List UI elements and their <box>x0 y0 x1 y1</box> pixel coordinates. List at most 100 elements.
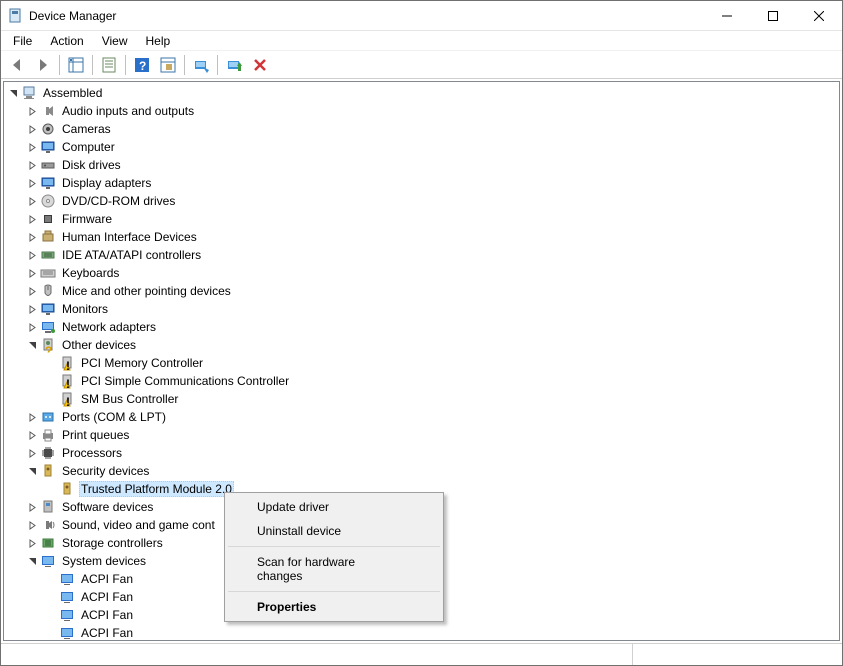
menu-item-update-driver[interactable]: Update driver <box>227 495 441 519</box>
expand-icon[interactable] <box>25 428 40 443</box>
expand-icon[interactable] <box>25 320 40 335</box>
audio-icon <box>40 103 56 119</box>
collapse-icon[interactable] <box>25 338 40 353</box>
ide-icon <box>40 247 56 263</box>
tree-node-label: DVD/CD-ROM drives <box>60 194 177 208</box>
tree-node-label: Computer <box>60 140 117 154</box>
expand-icon[interactable] <box>25 500 40 515</box>
tree-node[interactable]: Mice and other pointing devices <box>4 282 839 300</box>
expand-icon[interactable] <box>25 284 40 299</box>
tree-node[interactable]: Display adapters <box>4 174 839 192</box>
expand-icon[interactable] <box>25 176 40 191</box>
tree-node[interactable]: Computer <box>4 138 839 156</box>
tree-node-label: SM Bus Controller <box>79 392 180 406</box>
tree-node-label: Sound, video and game cont <box>60 518 217 532</box>
expand-icon[interactable] <box>25 140 40 155</box>
close-button[interactable] <box>796 1 842 31</box>
tree-node-label: Mice and other pointing devices <box>60 284 233 298</box>
menu-action[interactable]: Action <box>42 32 91 50</box>
tree-node[interactable]: Ports (COM & LPT) <box>4 408 839 426</box>
tree-node[interactable]: Cameras <box>4 120 839 138</box>
twisty-none <box>44 482 59 497</box>
collapse-icon[interactable] <box>25 464 40 479</box>
twisty-none <box>44 374 59 389</box>
maximize-button[interactable] <box>750 1 796 31</box>
scan-button[interactable] <box>189 53 213 77</box>
expand-icon[interactable] <box>25 122 40 137</box>
tree-node[interactable]: ACPI Fan <box>4 624 839 640</box>
tree-node[interactable]: DVD/CD-ROM drives <box>4 192 839 210</box>
tree-node-label: Display adapters <box>60 176 153 190</box>
tree-node[interactable]: Assembled <box>4 84 839 102</box>
expand-icon[interactable] <box>25 212 40 227</box>
tree-node[interactable]: Keyboards <box>4 264 839 282</box>
menu-view[interactable]: View <box>94 32 136 50</box>
menu-item-properties[interactable]: Properties <box>227 595 441 619</box>
action-button[interactable] <box>156 53 180 77</box>
update-button[interactable] <box>222 53 246 77</box>
svg-text:?: ? <box>139 59 146 73</box>
collapse-icon[interactable] <box>25 554 40 569</box>
warn-icon: ! <box>59 373 75 389</box>
titlebar[interactable]: Device Manager <box>1 1 842 31</box>
cpu-icon <box>40 445 56 461</box>
other-icon: ? <box>40 337 56 353</box>
computer-icon <box>21 85 37 101</box>
tree-node[interactable]: Human Interface Devices <box>4 228 839 246</box>
expand-icon[interactable] <box>25 536 40 551</box>
menu-file[interactable]: File <box>5 32 40 50</box>
show-hide-tree[interactable] <box>64 53 88 77</box>
tree-node[interactable]: Security devices <box>4 462 839 480</box>
tree-node[interactable]: ?Other devices <box>4 336 839 354</box>
collapse-icon[interactable] <box>6 86 21 101</box>
security-icon <box>40 463 56 479</box>
help-button[interactable]: ? <box>130 53 154 77</box>
back-button[interactable] <box>5 53 29 77</box>
tree-node[interactable]: !PCI Simple Communications Controller <box>4 372 839 390</box>
menu-item-scan-for-hardware-changes[interactable]: Scan for hardware changes <box>227 550 441 588</box>
tree-node[interactable]: Firmware <box>4 210 839 228</box>
properties-button[interactable] <box>97 53 121 77</box>
tree-node[interactable]: Network adapters <box>4 318 839 336</box>
tree-node-label: Firmware <box>60 212 114 226</box>
tree-node[interactable]: !PCI Memory Controller <box>4 354 839 372</box>
menu-item-uninstall-device[interactable]: Uninstall device <box>227 519 441 543</box>
uninstall-button[interactable] <box>248 53 272 77</box>
tree-node-label: Disk drives <box>60 158 123 172</box>
expand-icon[interactable] <box>25 518 40 533</box>
tree-node-label: ACPI Fan <box>79 572 135 586</box>
tree-node[interactable]: IDE ATA/ATAPI controllers <box>4 246 839 264</box>
forward-button[interactable] <box>31 53 55 77</box>
tree-node[interactable]: Disk drives <box>4 156 839 174</box>
tree-node-label: Cameras <box>60 122 113 136</box>
tree-node[interactable]: Processors <box>4 444 839 462</box>
menu-help[interactable]: Help <box>138 32 179 50</box>
tree-node[interactable]: Audio inputs and outputs <box>4 102 839 120</box>
tree-node-label: Trusted Platform Module 2.0 <box>79 481 234 497</box>
minimize-button[interactable] <box>704 1 750 31</box>
svg-text:!: ! <box>66 359 70 371</box>
mouse-icon <box>40 283 56 299</box>
tree-node-label: Print queues <box>60 428 131 442</box>
tree-node[interactable]: Monitors <box>4 300 839 318</box>
cd-icon <box>40 193 56 209</box>
tree-node-label: IDE ATA/ATAPI controllers <box>60 248 203 262</box>
context-menu[interactable]: Update driverUninstall device Scan for ha… <box>224 492 444 622</box>
expand-icon[interactable] <box>25 104 40 119</box>
tree-node[interactable]: Print queues <box>4 426 839 444</box>
tree-node-label: Network adapters <box>60 320 158 334</box>
status-cell <box>632 644 842 665</box>
tree-node[interactable]: !SM Bus Controller <box>4 390 839 408</box>
expand-icon[interactable] <box>25 266 40 281</box>
expand-icon[interactable] <box>25 410 40 425</box>
expand-icon[interactable] <box>25 446 40 461</box>
tree-node-label: Processors <box>60 446 124 460</box>
svg-text:!: ! <box>66 377 70 389</box>
tree-node-label: Audio inputs and outputs <box>60 104 196 118</box>
expand-icon[interactable] <box>25 302 40 317</box>
system-icon <box>40 553 56 569</box>
expand-icon[interactable] <box>25 248 40 263</box>
expand-icon[interactable] <box>25 230 40 245</box>
expand-icon[interactable] <box>25 158 40 173</box>
expand-icon[interactable] <box>25 194 40 209</box>
